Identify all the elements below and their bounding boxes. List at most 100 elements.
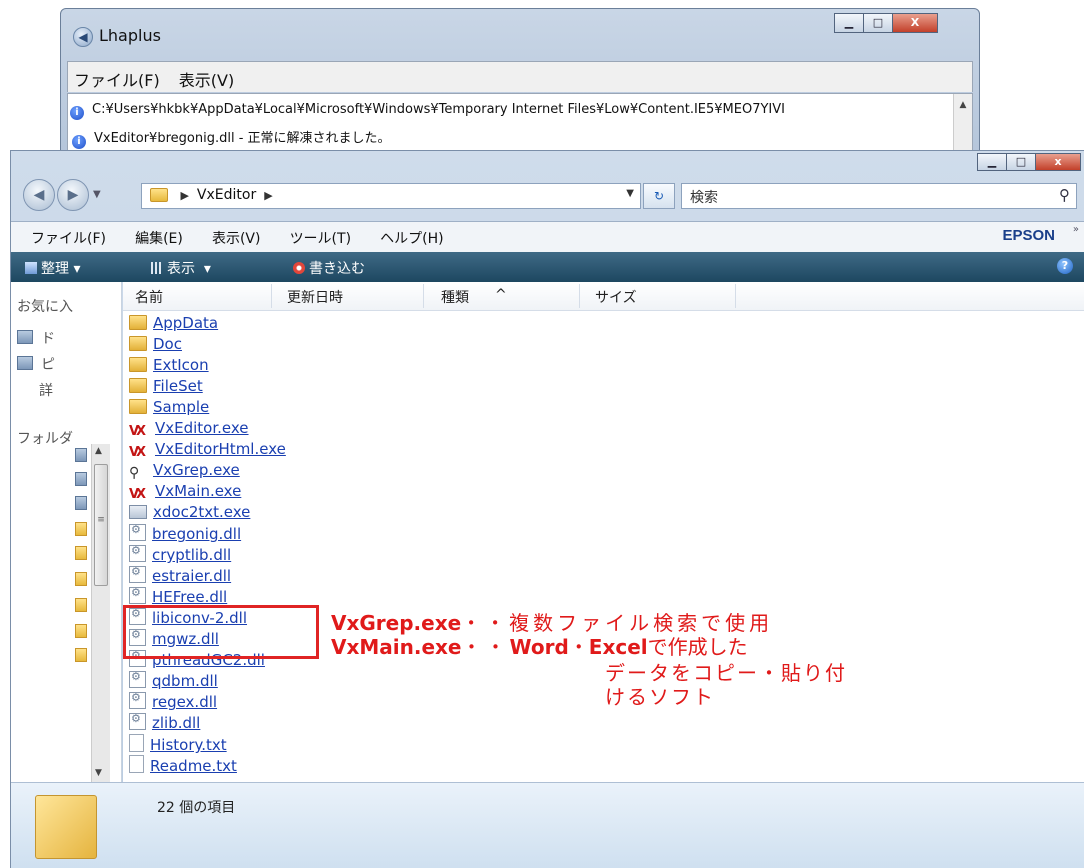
folder-icon	[129, 336, 147, 351]
file-row[interactable]: Readme.txt	[129, 755, 237, 775]
navigation-pane: お気に入 ド ピ 詳 フォルダ ▲ ≡ ▼	[11, 282, 122, 784]
organize-button[interactable]: 整理 ▾	[25, 258, 80, 278]
file-row[interactable]: FileSet	[129, 377, 203, 397]
nav-pictures[interactable]: ピ	[17, 354, 55, 374]
file-name: xdoc2txt.exe	[153, 503, 251, 521]
scroll-down-icon[interactable]: ▼	[95, 768, 102, 778]
file-row[interactable]: VX VxEditorHtml.exe	[129, 440, 286, 460]
maximize-button[interactable]: □	[863, 13, 893, 33]
folder-icon	[150, 188, 168, 202]
burn-disc-icon	[293, 262, 305, 274]
file-name: HEFree.dll	[152, 588, 228, 606]
magnifier-icon: ⚲	[129, 465, 140, 481]
file-row[interactable]: ⚲ VxGrep.exe	[129, 461, 240, 481]
minimize-button[interactable]: ▁	[977, 153, 1007, 171]
epson-logo: EPSON	[1002, 227, 1055, 244]
text-file-icon	[129, 734, 144, 752]
file-name: qdbm.dll	[152, 672, 218, 690]
annotation-main-label: VxMain.exe・・Word・Excelで作成した	[331, 635, 748, 659]
column-type[interactable]: 種類	[441, 287, 469, 307]
search-box[interactable]: 検索 ⚲	[681, 183, 1077, 209]
file-name: History.txt	[150, 736, 227, 754]
file-row[interactable]: HEFree.dll	[129, 586, 228, 607]
menu-tools[interactable]: ツール(T)	[290, 228, 351, 248]
close-button[interactable]: x	[1035, 153, 1081, 171]
back-arrow-icon[interactable]: ◀	[73, 27, 93, 47]
column-headers: 名前 更新日時 種類 ^ サイズ	[123, 282, 1084, 311]
vx-icon: VX	[129, 424, 146, 439]
burn-button[interactable]: 書き込む	[293, 258, 365, 278]
file-row[interactable]: ExtIcon	[129, 356, 209, 376]
scroll-up-icon[interactable]: ▲	[95, 446, 102, 456]
file-name: Sample	[153, 398, 210, 416]
file-row[interactable]: zlib.dll	[129, 712, 200, 733]
views-button[interactable]: 表示 ▾	[151, 258, 211, 278]
column-size[interactable]: サイズ	[595, 287, 637, 307]
menu-file[interactable]: ファイル(F)	[74, 67, 160, 91]
file-name: VxMain.exe	[155, 482, 242, 500]
scroll-thumb[interactable]: ≡	[94, 464, 108, 586]
nav-folders[interactable]: フォルダ	[17, 428, 73, 448]
address-dropdown-icon[interactable]: ▼	[626, 188, 634, 199]
sort-ascending-icon: ^	[495, 287, 507, 303]
file-row[interactable]: Sample	[129, 398, 209, 418]
back-icon[interactable]: ◀	[23, 179, 55, 211]
recent-pages-dropdown-icon[interactable]: ▼	[93, 189, 101, 211]
file-row[interactable]: bregonig.dll	[129, 523, 241, 544]
file-row[interactable]: History.txt	[129, 734, 227, 754]
explorer-window: ▁ □ x ◀ ▶ ▼ ▶ VxEditor ▶ ▼ ↻ 検索 ⚲ ファイル(F) …	[10, 150, 1084, 868]
more-chevron-icon[interactable]: »	[1073, 224, 1079, 235]
command-toolbar: 整理 ▾ 表示 ▾ 書き込む ?	[11, 252, 1084, 282]
dll-icon	[129, 523, 146, 541]
tree-folder-icon	[75, 546, 87, 560]
info-icon: i	[70, 106, 84, 120]
file-row[interactable]: Doc	[129, 335, 182, 355]
refresh-button[interactable]: ↻	[643, 183, 675, 209]
file-row[interactable]: VX VxMain.exe	[129, 482, 241, 502]
file-row[interactable]: VX VxEditor.exe	[129, 419, 249, 439]
tree-folder-icon	[75, 648, 87, 662]
search-icon[interactable]: ⚲	[1059, 186, 1070, 204]
vx-icon: VX	[129, 487, 146, 502]
maximize-button[interactable]: □	[1006, 153, 1036, 171]
lhaplus-title: Lhaplus	[99, 26, 161, 45]
menu-file[interactable]: ファイル(F)	[31, 228, 106, 248]
exe-icon	[129, 505, 147, 519]
column-name[interactable]: 名前	[135, 287, 163, 307]
dll-icon	[129, 544, 146, 562]
tree-computer-icon	[75, 448, 87, 462]
file-name: FileSet	[153, 377, 203, 395]
file-row[interactable]: estraier.dll	[129, 565, 232, 586]
navpane-scrollbar[interactable]: ▲ ≡ ▼	[91, 444, 110, 784]
nav-favorites[interactable]: お気に入	[17, 296, 73, 316]
menu-view[interactable]: 表示(V)	[179, 67, 234, 91]
column-date-modified[interactable]: 更新日時	[287, 287, 343, 307]
breadcrumb: ▶ VxEditor ▶	[150, 187, 281, 203]
file-row[interactable]: xdoc2txt.exe	[129, 503, 250, 523]
tree-folder-icon	[75, 598, 87, 612]
log-line: i C:¥Users¥hkbk¥AppData¥Local¥Microsoft¥W…	[70, 102, 930, 120]
file-row[interactable]: regex.dll	[129, 691, 217, 712]
scroll-up-icon[interactable]: ▲	[954, 100, 972, 110]
item-count: 22 個の項目	[157, 800, 236, 816]
menu-help[interactable]: ヘルプ(H)	[380, 228, 443, 248]
menu-edit[interactable]: 編集(E)	[135, 228, 183, 248]
tree-folder-icon	[75, 572, 87, 586]
close-button[interactable]: X	[892, 13, 938, 33]
address-box[interactable]: ▶ VxEditor ▶ ▼	[141, 183, 641, 209]
documents-icon	[17, 330, 33, 344]
vx-icon: VX	[129, 445, 146, 460]
breadcrumb-vxeditor[interactable]: VxEditor	[197, 187, 256, 203]
forward-icon[interactable]: ▶	[57, 179, 89, 211]
help-icon[interactable]: ?	[1057, 258, 1073, 274]
nav-documents[interactable]: ド	[17, 328, 55, 348]
file-name: estraier.dll	[152, 567, 232, 585]
menu-view[interactable]: 表示(V)	[212, 228, 261, 248]
file-row[interactable]: qdbm.dll	[129, 670, 218, 691]
text-file-icon	[129, 755, 144, 773]
minimize-button[interactable]: ▁	[834, 13, 864, 33]
address-bar-row: ◀ ▶ ▼ ▶ VxEditor ▶ ▼ ↻ 検索 ⚲	[11, 175, 1084, 213]
nav-details[interactable]: 詳	[39, 380, 53, 400]
file-row[interactable]: cryptlib.dll	[129, 544, 231, 565]
file-row[interactable]: AppData	[129, 314, 218, 334]
